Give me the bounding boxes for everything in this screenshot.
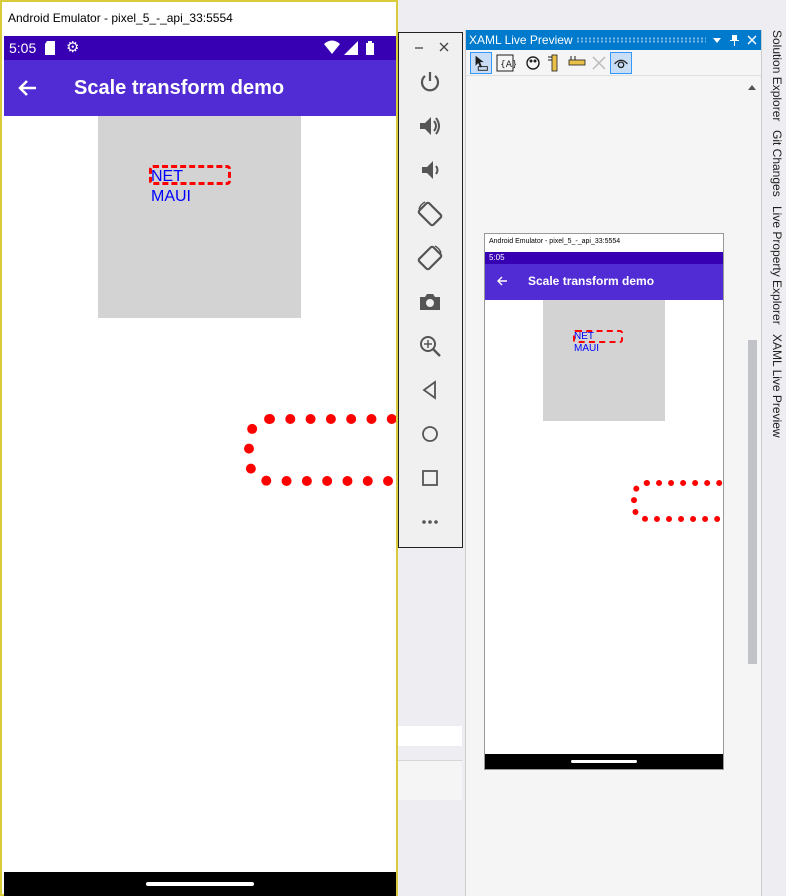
preview-emulator-image: Android Emulator - pixel_5_-_api_33:5554…: [484, 233, 724, 770]
ruler-horizontal-icon[interactable]: [566, 52, 588, 74]
emulator-window-title: Android Emulator - pixel_5_-_api_33:5554: [8, 11, 233, 25]
label-line-2: MAUI: [151, 188, 191, 205]
camera-icon[interactable]: [415, 287, 445, 317]
emulator-window: Android Emulator - pixel_5_-_api_33:5554…: [0, 0, 398, 896]
mini-app-bar: Scale transform demo: [485, 264, 723, 300]
dashed-border-small: [149, 165, 231, 185]
display-adorners-icon[interactable]: {A}: [494, 52, 516, 74]
mini-page-title: Scale transform demo: [528, 274, 655, 288]
settings-gear-icon: ⚙: [66, 39, 80, 56]
sim-card-icon: [45, 41, 55, 55]
mini-status-time: 5:05: [489, 253, 505, 262]
xaml-live-preview-panel: XAML Live Preview {A} Android Emulator -…: [465, 30, 762, 896]
panel-title: XAML Live Preview: [469, 33, 573, 47]
mini-window-title: Android Emulator - pixel_5_-_api_33:5554: [489, 238, 621, 245]
minimize-icon[interactable]: [412, 40, 426, 54]
volume-down-icon[interactable]: [415, 155, 445, 185]
xaml-live-preview-titlebar[interactable]: XAML Live Preview: [466, 30, 762, 50]
back-icon[interactable]: [415, 375, 445, 405]
select-element-icon[interactable]: [470, 52, 492, 74]
preview-toggle-icon[interactable]: [610, 52, 632, 74]
pin-icon[interactable]: [728, 33, 740, 47]
ruler-vertical-icon[interactable]: [544, 52, 566, 74]
power-icon[interactable]: [415, 67, 445, 97]
zoom-icon[interactable]: [415, 331, 445, 361]
svg-text:{A}: {A}: [500, 60, 516, 70]
mini-home-pill: [571, 760, 637, 763]
app-bar: Scale transform demo: [4, 60, 396, 116]
drag-grip[interactable]: [576, 37, 706, 43]
preview-toolbar: {A}: [466, 50, 762, 76]
android-status-bar: 5:05 ⚙: [4, 36, 396, 60]
rotate-right-icon[interactable]: [415, 243, 445, 273]
tab-live-property-explorer[interactable]: Live Property Explorer: [764, 206, 784, 325]
android-nav-bar: [4, 872, 396, 896]
volume-up-icon[interactable]: [415, 111, 445, 141]
mini-status-bar: 5:05: [485, 252, 723, 264]
wifi-icon: [324, 40, 340, 54]
tool-window-tabs: Solution Explorer Git Changes Live Prope…: [761, 30, 786, 896]
vs-panel-strip: [398, 760, 462, 800]
tab-solution-explorer[interactable]: Solution Explorer: [764, 30, 784, 121]
more-icon[interactable]: [415, 507, 445, 537]
mini-nav-bar: [485, 754, 723, 769]
mini-label-line-2: MAUI: [574, 343, 599, 354]
tab-git-changes[interactable]: Git Changes: [764, 130, 784, 197]
mini-dashed-border-large: [631, 480, 723, 522]
status-time: 5:05: [9, 40, 37, 56]
scaled-container: NET MAUI: [98, 116, 301, 318]
mini-back-arrow-icon: [497, 276, 507, 286]
scroll-up-arrow-icon[interactable]: [746, 82, 758, 92]
app-content: NET MAUI: [4, 116, 396, 872]
tab-xaml-live-preview[interactable]: XAML Live Preview: [764, 334, 784, 438]
overview-icon[interactable]: [415, 463, 445, 493]
emulator-toolbar: [398, 32, 463, 548]
battery-icon: [366, 41, 374, 55]
rotate-left-icon[interactable]: [415, 199, 445, 229]
mini-dashed-border-small: [573, 330, 623, 343]
color-picker-icon[interactable]: [522, 52, 544, 74]
back-arrow-icon[interactable]: [14, 74, 42, 102]
mini-scaled-container: NET MAUI: [543, 300, 665, 421]
vertical-scrollbar-thumb[interactable]: [748, 340, 757, 664]
close-icon[interactable]: [746, 34, 758, 46]
vs-panel-strip: [398, 726, 462, 746]
home-gesture-pill[interactable]: [146, 882, 254, 886]
clear-rulers-icon[interactable]: [588, 52, 610, 74]
status-icons: [324, 40, 374, 55]
dropdown-icon[interactable]: [711, 34, 723, 46]
mini-app-content: NET MAUI: [485, 300, 723, 754]
home-icon[interactable]: [415, 419, 445, 449]
signal-icon: [344, 41, 358, 55]
emulator-titlebar[interactable]: Android Emulator - pixel_5_-_api_33:5554: [2, 2, 396, 34]
page-title: Scale transform demo: [74, 77, 285, 99]
close-icon[interactable]: [437, 40, 451, 54]
dashed-border-large: [244, 414, 396, 486]
